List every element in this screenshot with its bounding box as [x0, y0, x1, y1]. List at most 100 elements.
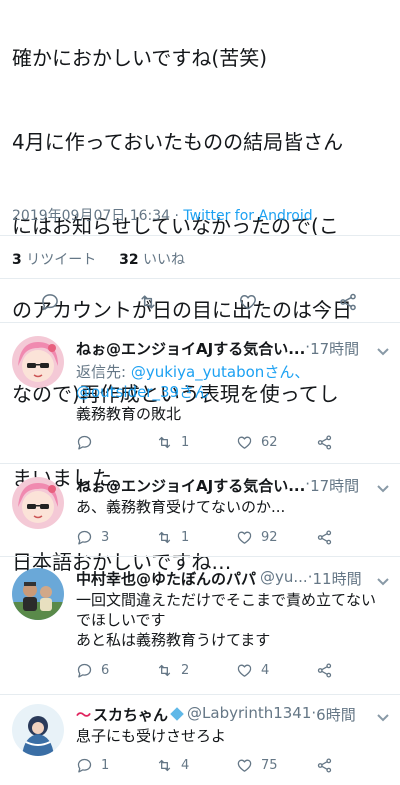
- chevron-down-icon: [377, 578, 389, 586]
- reply-icon: [77, 758, 92, 773]
- reply-button[interactable]: [40, 292, 60, 312]
- illustration-avatar-image: [12, 704, 64, 756]
- share-button[interactable]: [316, 662, 341, 679]
- retweets-label: リツイート: [26, 252, 97, 268]
- replying-to: 返信先: @yukiya_yutabonさん、 @outsider_39さん: [76, 362, 394, 402]
- reply-text: 息子にも受けさせろよ: [76, 726, 394, 746]
- more-options-button[interactable]: [376, 573, 390, 587]
- retweet-button[interactable]: 4: [156, 757, 189, 774]
- reply-text: 一回文間違えただけでそこまで責め立てない でほしいです あと私は義務教育うけてま…: [76, 590, 394, 650]
- retweet-icon: [158, 759, 171, 772]
- share-icon: [317, 435, 332, 450]
- retweet-count: 1: [181, 435, 190, 450]
- reply-header: 〜 スカちゃん @Labyrinth1341 · 6時間: [76, 704, 368, 725]
- reply-actions: 6 2 4: [76, 662, 396, 682]
- reply-header: ねぉ@エンジョイAJする気合い... · 17時間: [76, 338, 368, 359]
- reply-time: 17時間: [310, 477, 360, 495]
- reply-actions: 1 4 75: [76, 757, 396, 777]
- retweet-icon: [158, 664, 171, 677]
- reply-text: 義務教育の敗北: [76, 404, 394, 424]
- like-button[interactable]: 75: [236, 757, 278, 774]
- share-icon: [317, 530, 332, 545]
- tweet-source-link[interactable]: Twitter for Android: [183, 208, 312, 224]
- reply-text-line: 息子にも受けさせろよ: [76, 727, 227, 745]
- reply-tweet[interactable]: ねぉ@エンジョイAJする気合い... · 17時間 返信先: @yukiya_y…: [0, 322, 400, 463]
- avatar[interactable]: [12, 568, 64, 620]
- divider: [0, 278, 400, 279]
- like-button[interactable]: 4: [236, 662, 269, 679]
- reply-icon: [77, 435, 92, 450]
- reply-header: ねぉ@エンジョイAJする気合い... · 17時間: [76, 475, 368, 496]
- reply-icon: [77, 530, 92, 545]
- reply-actions: 3 1 92: [76, 529, 396, 549]
- reply-author-name[interactable]: スカちゃん: [93, 704, 168, 725]
- reply-header: 中村幸也@ゆたぼんのパパ @yu... · 11時間: [76, 568, 368, 589]
- reply-button[interactable]: [76, 434, 101, 451]
- reply-tweet[interactable]: 〜 スカちゃん @Labyrinth1341 · 6時間 息子にも受けさせろよ …: [0, 694, 400, 785]
- divider: [0, 235, 400, 236]
- reply-text-line: あと私は義務教育うけてます: [76, 631, 271, 649]
- replying-prefix: 返信先:: [76, 363, 127, 381]
- retweet-button[interactable]: 2: [156, 662, 189, 679]
- retweet-icon: [158, 436, 171, 449]
- like-button[interactable]: [238, 292, 258, 312]
- reply-author-name[interactable]: ねぉ@エンジョイAJする気合い...: [76, 475, 305, 496]
- tweet-timestamp[interactable]: 2019年09月07日 16:34: [12, 208, 170, 224]
- meta-separator: ·: [174, 208, 179, 224]
- reply-button[interactable]: 6: [76, 662, 109, 679]
- retweet-button[interactable]: 1: [156, 434, 189, 451]
- reply-button[interactable]: 3: [76, 529, 109, 546]
- share-button[interactable]: [316, 529, 341, 546]
- more-options-button[interactable]: [376, 343, 390, 357]
- retweet-count: 1: [181, 530, 190, 545]
- chevron-down-icon: [377, 348, 389, 356]
- retweets-stat[interactable]: 3 リツイート: [12, 252, 96, 268]
- reply-tweet[interactable]: 中村幸也@ゆたぼんのパパ @yu... · 11時間 一回文間違えただけでそこま…: [0, 556, 400, 694]
- heart-icon: [237, 664, 252, 677]
- reply-button[interactable]: 1: [76, 757, 109, 774]
- like-button[interactable]: 92: [236, 529, 278, 546]
- reply-text-line: 一回文間違えただけでそこまで責め立てない: [76, 591, 377, 609]
- reply-text: あ、義務教育受けてないのか...: [76, 497, 394, 517]
- retweet-icon: [141, 295, 155, 309]
- heart-icon: [237, 531, 252, 544]
- main-tweet-actions: [0, 288, 400, 320]
- share-button[interactable]: [316, 434, 341, 451]
- retweet-button[interactable]: [138, 292, 158, 312]
- reply-icon: [77, 663, 92, 678]
- likes-stat[interactable]: 32 いいね: [119, 252, 185, 268]
- like-count: 92: [261, 530, 278, 545]
- diamond-emoji-icon: [170, 707, 184, 721]
- share-button[interactable]: [338, 292, 358, 312]
- reply-author-name[interactable]: 中村幸也@ゆたぼんのパパ: [76, 568, 256, 589]
- anime-avatar-image: [12, 336, 64, 388]
- reply-text-line: 義務教育の敗北: [76, 405, 182, 423]
- mention-link[interactable]: @yukiya_yutabonさん、: [131, 363, 309, 381]
- mention-link[interactable]: @outsider_39さん: [76, 383, 209, 401]
- anime-avatar-image: [12, 477, 64, 529]
- chevron-down-icon: [377, 485, 389, 493]
- like-button[interactable]: 62: [236, 434, 278, 451]
- reply-author-handle[interactable]: @yu...: [260, 568, 308, 589]
- reply-text-line: あ、義務教育受けてないのか...: [76, 498, 286, 516]
- like-count: 62: [261, 435, 278, 450]
- reply-author-name[interactable]: ねぉ@エンジョイAJする気合い...: [76, 338, 305, 359]
- reply-tweet[interactable]: ねぉ@エンジョイAJする気合い... · 17時間 あ、義務教育受けてないのか.…: [0, 463, 400, 556]
- retweets-count: 3: [12, 252, 22, 268]
- photo-avatar-image: [12, 568, 64, 620]
- heart-icon: [240, 295, 256, 310]
- share-button[interactable]: [316, 757, 341, 774]
- reply-count: 3: [101, 530, 110, 545]
- avatar[interactable]: [12, 336, 64, 388]
- reply-icon: [42, 294, 58, 311]
- avatar[interactable]: [12, 704, 64, 756]
- main-tweet-line: 4月に作っておいたものの結局皆さん: [12, 130, 344, 154]
- reply-count: 1: [101, 758, 110, 773]
- retweet-button[interactable]: 1: [156, 529, 189, 546]
- heart-icon: [237, 759, 252, 772]
- more-options-button[interactable]: [376, 480, 390, 494]
- reply-author-handle[interactable]: @Labyrinth1341: [187, 704, 311, 725]
- more-options-button[interactable]: [376, 709, 390, 723]
- avatar[interactable]: [12, 477, 64, 529]
- reply-text-line: でほしいです: [76, 611, 166, 629]
